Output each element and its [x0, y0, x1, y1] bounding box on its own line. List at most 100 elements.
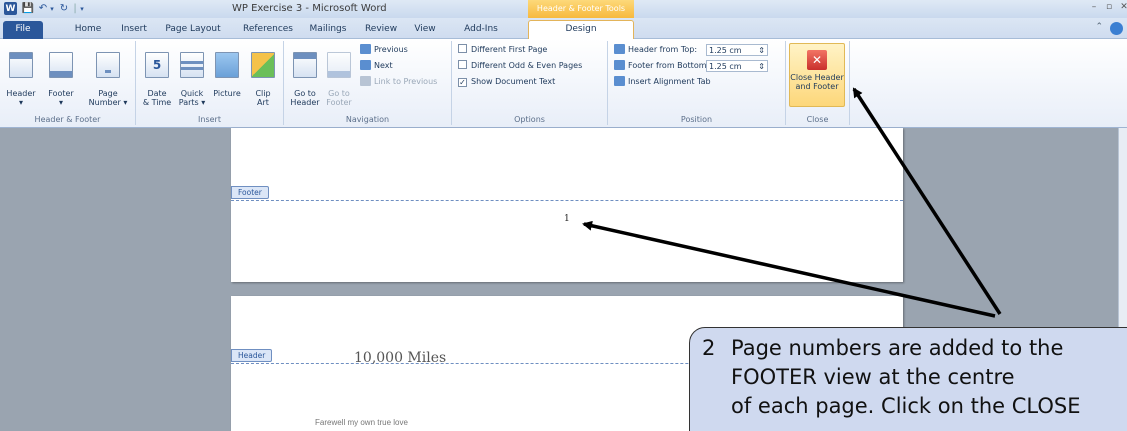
header-icon — [9, 52, 33, 78]
page-number-button[interactable]: Page Number ▾ — [84, 43, 132, 107]
page-1[interactable]: Footer — [231, 128, 903, 282]
footer-button-label: Footer ▾ — [48, 89, 74, 107]
link-to-previous-button[interactable]: Link to Previous — [360, 75, 437, 89]
minimize-window-button[interactable]: – — [1087, 2, 1101, 15]
checkbox-unchecked — [458, 44, 467, 53]
picture-icon — [215, 52, 239, 78]
save-icon[interactable]: 💾 — [22, 2, 34, 15]
footer-page-number[interactable]: 1 — [564, 214, 570, 224]
tab-insert[interactable]: Insert — [117, 21, 151, 39]
show-document-text-label: Show Document Text — [471, 77, 556, 86]
tab-references[interactable]: References — [240, 21, 296, 39]
different-odd-even-label: Different Odd & Even Pages — [471, 61, 583, 70]
go-to-footer-button[interactable]: Go to Footer — [322, 43, 356, 107]
previous-button[interactable]: Previous — [360, 43, 408, 57]
header-from-top-value: 1.25 cm — [709, 46, 742, 55]
alignment-tab-icon — [614, 76, 625, 86]
next-button[interactable]: Next — [360, 59, 393, 73]
tab-view[interactable]: View — [408, 21, 442, 39]
footer-button[interactable]: Footer ▾ — [42, 43, 80, 107]
tab-design[interactable]: Design — [528, 20, 634, 40]
header-from-top-input[interactable]: 1.25 cm ⇕ — [706, 44, 768, 56]
quick-parts-label: Quick Parts ▾ — [178, 89, 206, 107]
document-title[interactable]: 10,000 Miles — [354, 350, 446, 366]
picture-button[interactable]: Picture — [209, 43, 245, 98]
customize-toolbar-icon[interactable]: ▾ — [78, 2, 86, 15]
spinner-icon[interactable]: ⇕ — [758, 45, 765, 56]
close-window-button[interactable]: ✕ — [1117, 2, 1127, 15]
title-bar: W 💾 ↶ ▾ ↻ | ▾ WP Exercise 3 - Microsoft … — [0, 0, 1127, 18]
next-icon — [360, 60, 371, 70]
close-header-footer-button[interactable]: ✕ Close Header and Footer — [789, 43, 845, 107]
header-tag: Header — [231, 349, 273, 362]
previous-label: Previous — [374, 45, 408, 54]
group-insert: 5 Date & Time Quick Parts ▾ Picture Clip… — [136, 41, 284, 125]
quick-parts-button[interactable]: Quick Parts ▾ — [175, 43, 209, 107]
insert-alignment-tab-button[interactable]: Insert Alignment Tab — [614, 75, 711, 89]
tab-add-ins[interactable]: Add-Ins — [459, 21, 503, 39]
different-odd-even-checkbox[interactable]: Different Odd & Even Pages — [458, 59, 582, 73]
window-title: WP Exercise 3 - Microsoft Word — [232, 3, 387, 14]
go-to-footer-icon — [327, 52, 351, 78]
footer-boundary-line — [231, 200, 903, 201]
group-label-navigation: Navigation — [345, 115, 390, 124]
checkbox-unchecked — [458, 60, 467, 69]
footer-from-bottom-input[interactable]: 1.25 cm ⇕ — [706, 60, 768, 72]
callout-line-1: Page numbers are added to the — [731, 336, 1064, 360]
header-button-label: Header ▾ — [6, 89, 36, 107]
callout-line-3: of each page. Click on the CLOSE — [731, 394, 1081, 418]
group-navigation: Go to Header Go to Footer Previous Next … — [284, 41, 452, 125]
footer-tag: Footer — [231, 186, 269, 199]
help-icon[interactable] — [1110, 22, 1123, 35]
next-label: Next — [374, 61, 393, 70]
date-time-button[interactable]: 5 Date & Time — [140, 43, 174, 107]
link-icon — [360, 76, 371, 86]
group-options: Different First Page Different Odd & Eve… — [452, 41, 608, 125]
tab-page-layout[interactable]: Page Layout — [162, 21, 224, 39]
clip-art-icon — [251, 52, 275, 78]
link-to-previous-label: Link to Previous — [374, 77, 438, 86]
word-app-icon[interactable]: W — [4, 2, 17, 15]
group-position: Header from Top: 1.25 cm ⇕ Footer from Bo… — [608, 41, 786, 125]
minimize-ribbon-icon[interactable]: ⌃ — [1095, 22, 1103, 32]
callout-line-2: FOOTER view at the centre — [731, 365, 1015, 389]
footer-icon — [49, 52, 73, 78]
different-first-page-checkbox[interactable]: Different First Page — [458, 43, 547, 57]
go-to-footer-label: Go to Footer — [326, 89, 352, 107]
close-icon: ✕ — [807, 50, 827, 70]
different-first-page-label: Different First Page — [471, 45, 548, 54]
tab-home[interactable]: Home — [70, 21, 106, 39]
show-document-text-checkbox[interactable]: ✓ Show Document Text — [458, 75, 555, 89]
redo-icon[interactable]: ↻ — [58, 2, 70, 15]
date-time-label: Date & Time — [142, 89, 172, 107]
checkbox-checked: ✓ — [458, 78, 467, 87]
spinner-icon[interactable]: ⇕ — [758, 61, 765, 72]
document-text-line[interactable]: Farewell my own true love — [315, 418, 408, 427]
footer-from-bottom-label: Footer from Bottom: — [628, 61, 710, 70]
tab-review[interactable]: Review — [361, 21, 401, 39]
go-to-header-label: Go to Header — [290, 89, 320, 107]
callout-step-number: 2 — [702, 336, 716, 360]
maximize-window-button[interactable]: ▫ — [1102, 2, 1116, 15]
footer-position-icon — [614, 60, 625, 70]
previous-icon — [360, 44, 371, 54]
header-position-icon — [614, 44, 625, 54]
tab-mailings[interactable]: Mailings — [304, 21, 352, 39]
header-button[interactable]: Header ▾ — [2, 43, 40, 107]
header-footer-tools-context-label: Header & Footer Tools — [528, 0, 634, 18]
go-to-header-button[interactable]: Go to Header — [288, 43, 322, 107]
group-label-options: Options — [514, 115, 545, 124]
group-label-header-footer: Header & Footer — [34, 115, 101, 124]
ribbon-design: Header ▾ Footer ▾ Page Number ▾ Header &… — [0, 39, 1127, 128]
tab-file[interactable]: File — [3, 21, 43, 39]
undo-dropdown-icon[interactable]: ▾ — [48, 2, 56, 15]
group-header-footer: Header ▾ Footer ▾ Page Number ▾ Header &… — [0, 41, 136, 125]
quick-parts-icon — [180, 52, 204, 78]
clip-art-button[interactable]: Clip Art — [246, 43, 280, 107]
clip-art-label: Clip Art — [255, 89, 271, 107]
group-close: ✕ Close Header and Footer Close — [786, 41, 850, 125]
header-from-top-label-row: Header from Top: — [614, 43, 697, 57]
go-to-header-icon — [293, 52, 317, 78]
close-header-footer-label: Close Header and Footer — [790, 73, 844, 91]
group-label-insert: Insert — [198, 115, 221, 124]
